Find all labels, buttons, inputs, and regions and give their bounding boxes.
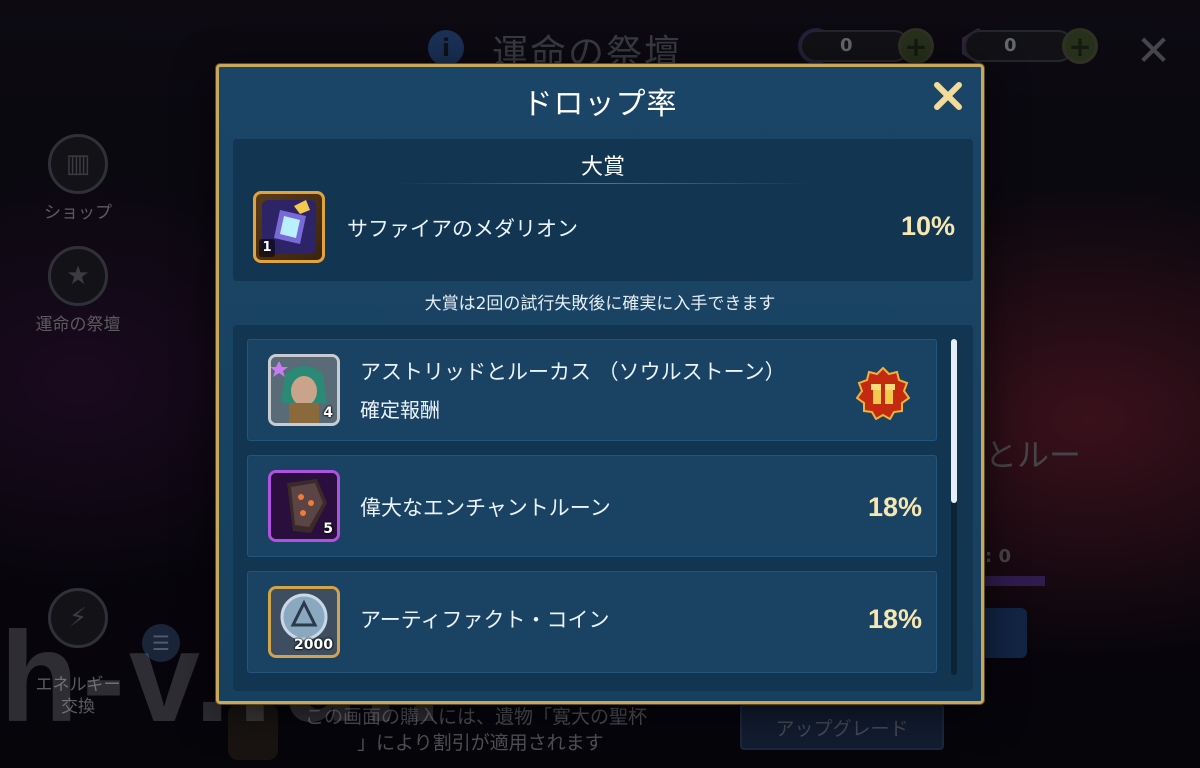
item-name: アストリッドとルーカス （ソウルストーン） [360,360,786,384]
enchant-rune-icon: 5 [268,470,340,542]
grand-prize-name: サファイアのメダリオン [347,217,578,241]
drop-rate-dialog: ドロップ率 大賞 1 サファイアのメダリオン 10% 大賞は2回の試行失敗後に確… [216,64,984,704]
drop-list[interactable]: 4 アストリッドとルーカス （ソウルストーン） 確定報酬 5 偉大なエンチャント… [233,325,973,691]
list-item[interactable]: 5 偉大なエンチャントルーン 18% [247,455,937,557]
list-item[interactable]: 2000 アーティファクト・コイン 18% [247,571,937,673]
guarantee-note: 大賞は2回の試行失敗後に確実に入手できます [424,294,776,314]
item-subtitle: 確定報酬 [360,398,440,422]
artifact-coin-icon: 2000 [268,586,340,658]
item-percent: 18% [867,604,922,634]
astrid-lucas-soulstone-icon: 4 [268,354,340,426]
item-name: 偉大なエンチャントルーン [360,496,611,520]
item-name: アーティファクト・コイン [360,608,610,632]
scrollbar[interactable] [951,339,957,675]
dialog-title: ドロップ率 [522,87,678,122]
gift-badge-icon [856,366,910,420]
list-item[interactable]: 4 アストリッドとルーカス （ソウルストーン） 確定報酬 [247,339,937,441]
grand-prize-percent: 10% [900,211,955,241]
heading-divider [393,183,813,184]
close-icon[interactable] [931,79,965,113]
scrollbar-thumb[interactable] [951,339,957,503]
grand-prize-heading: 大賞 [580,155,625,180]
grand-prize-panel: 大賞 1 サファイアのメダリオン 10% [233,139,973,281]
sapphire-medallion-icon[interactable]: 1 [253,191,325,263]
item-percent: 18% [867,492,922,522]
